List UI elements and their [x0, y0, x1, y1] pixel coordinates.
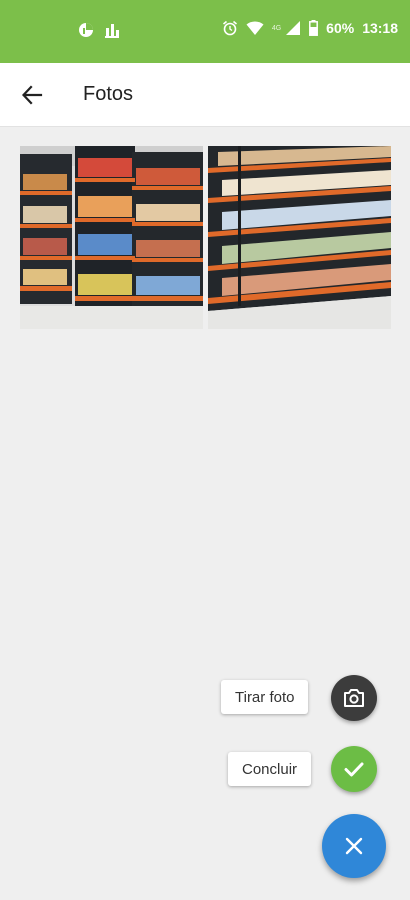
notification-icons [78, 22, 120, 38]
status-bar: 4G 60% 13:18 [0, 0, 410, 63]
take-photo-button[interactable] [331, 675, 377, 721]
speed-dial-toggle-button[interactable] [322, 814, 386, 878]
page-title: Fotos [83, 83, 134, 105]
finish-button[interactable] [331, 746, 377, 792]
alarm-icon [222, 20, 237, 36]
store-shelf-image [208, 146, 391, 329]
store-shelf-image [20, 146, 203, 329]
finish-label[interactable]: Concluir [228, 752, 312, 786]
arrow-back-icon [21, 85, 43, 105]
chart-notification-icon [105, 24, 119, 38]
network-type: 4G [271, 24, 282, 32]
wifi-icon [246, 21, 264, 35]
signal-icon [286, 21, 301, 35]
system-icons: 4G 60% 13:18 [222, 20, 398, 36]
app-bar: Fotos [0, 63, 410, 127]
app-notification-icon [79, 23, 93, 37]
check-icon [344, 762, 364, 777]
photo-thumbnail[interactable] [208, 146, 391, 329]
clock: 13:18 [362, 20, 398, 36]
close-icon [345, 837, 363, 855]
battery-icon [309, 20, 319, 36]
take-photo-label[interactable]: Tirar foto [221, 680, 309, 714]
battery-percent: 60% [326, 20, 355, 36]
camera-icon [344, 689, 364, 707]
photo-thumbnail[interactable] [20, 146, 203, 329]
back-button[interactable] [14, 79, 50, 111]
